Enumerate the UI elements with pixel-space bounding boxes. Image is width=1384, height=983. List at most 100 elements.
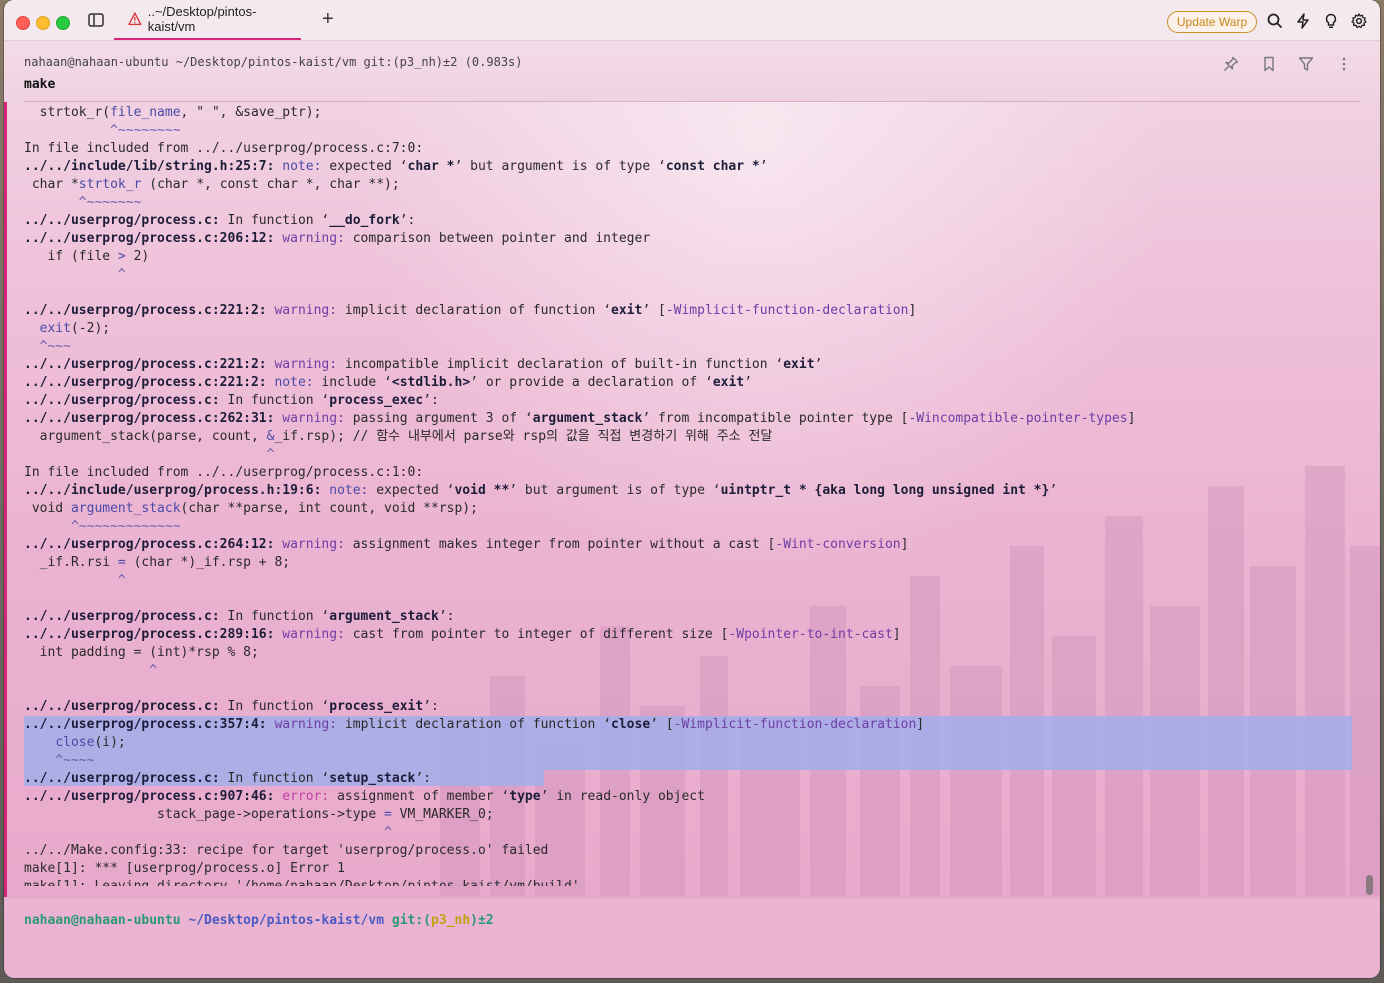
- output-segment: _if.rsp); // 함수 내부에서 parse와 rsp의 값을 직접 변…: [274, 429, 773, 444]
- output-segment: close: [55, 735, 95, 750]
- output-segment: ’: [1049, 483, 1058, 498]
- lightbulb-icon[interactable]: [1323, 13, 1339, 29]
- output-segment: , " ", &save_ptr);: [180, 105, 322, 120]
- output-line: ^~~~~: [24, 752, 1364, 770]
- output-segment: (-2);: [70, 321, 111, 336]
- new-tab-button[interactable]: +: [322, 8, 334, 30]
- output-segment: In file included from ../../userprog/pro…: [24, 141, 424, 156]
- output-segment: In function ‘: [219, 213, 330, 228]
- output-segment: uintptr_t * {aka long long unsigned int …: [720, 483, 1050, 498]
- output-segment: In function ‘: [219, 609, 330, 624]
- output-segment: comparison between pointer and integer: [344, 231, 651, 246]
- maximize-window-button[interactable]: [56, 16, 70, 30]
- output-segment: In function ‘: [219, 771, 330, 786]
- block-command-text: make: [24, 77, 56, 92]
- output-segment: process_exec: [329, 393, 424, 408]
- output-segment: warning:: [266, 303, 338, 318]
- output-segment: ../../userprog/process.c:357:4:: [24, 717, 267, 732]
- output-segment: make[1]: *** [userprog/process.o] Error …: [24, 861, 345, 876]
- output-segment: assignment of member ‘: [329, 789, 510, 804]
- terminal-output-area[interactable]: nahaan@nahaan-ubuntu ~/Desktop/pintos-ka…: [4, 41, 1380, 897]
- sidebar-icon[interactable]: [88, 13, 104, 27]
- output-segment: ’ from incompatible pointer type [: [642, 411, 909, 426]
- output-line: close(i);: [24, 734, 1364, 752]
- output-line: ../../userprog/process.c:221:2: warning:…: [24, 356, 1364, 374]
- output-segment: argument_stack(parse, count,: [24, 429, 267, 444]
- output-segment: implicit declaration of function ‘: [337, 717, 612, 732]
- output-segment: ’:: [423, 699, 439, 714]
- output-segment: setup_stack: [329, 771, 416, 786]
- prompt-user: nahaan@nahaan-ubuntu: [24, 913, 181, 928]
- output-line: ^: [24, 446, 1364, 464]
- output-segment: stack_page->operations->type: [24, 807, 385, 822]
- pin-icon[interactable]: [1223, 56, 1239, 72]
- output-line: ../../userprog/process.c: In function ‘a…: [24, 608, 1364, 626]
- block-actions-overlay: [1211, 56, 1352, 76]
- output-segment: ../../userprog/process.c:262:31:: [24, 411, 275, 426]
- output-segment: -Wint-conversion: [775, 537, 901, 552]
- output-segment: ../../include/lib/string.h:25:7:: [24, 159, 275, 174]
- output-segment: warning:: [274, 627, 345, 642]
- lightning-icon[interactable]: [1295, 13, 1311, 29]
- output-segment: ../../userprog/process.c:: [24, 771, 220, 786]
- output-segment: ’:: [415, 771, 431, 786]
- output-segment: _if.R.rsi: [24, 555, 118, 570]
- close-window-button[interactable]: [16, 16, 30, 30]
- output-line: ../../include/userprog/process.h:19:6: n…: [24, 482, 1364, 500]
- output-segment: [24, 321, 40, 336]
- search-icon[interactable]: [1267, 13, 1283, 29]
- output-line: ^~~~: [24, 338, 1364, 356]
- more-icon[interactable]: [1336, 56, 1352, 72]
- output-segment: note:: [321, 483, 369, 498]
- gear-icon[interactable]: [1351, 13, 1367, 29]
- output-segment: ../../userprog/process.c:264:12:: [24, 537, 275, 552]
- scrollbar-thumb[interactable]: [1366, 875, 1373, 895]
- output-line: ^~~~~~~~: [24, 194, 1364, 212]
- output-segment: -Wincompatible-pointer-types: [908, 411, 1128, 426]
- output-segment: (char *, const char *, char **);: [141, 177, 400, 192]
- output-line: ^: [24, 266, 1364, 284]
- output-segment: type: [509, 789, 541, 804]
- block-divider: [24, 101, 1360, 102]
- output-segment: file_name: [110, 105, 181, 120]
- output-segment: incompatible implicit declaration of bui…: [337, 357, 784, 372]
- minimize-window-button[interactable]: [36, 16, 50, 30]
- output-line: void argument_stack(char **parse, int co…: [24, 500, 1364, 518]
- output-segment: strtok_r: [78, 177, 142, 192]
- bookmark-icon[interactable]: [1261, 56, 1277, 72]
- output-segment: ^~~~~~~~~~~~~~: [24, 519, 181, 534]
- output-segment: error:: [274, 789, 330, 804]
- output-segment: -Wimplicit-function-declaration: [673, 717, 917, 732]
- output-segment: passing argument 3 of ‘: [344, 411, 533, 426]
- output-line: ../../userprog/process.c:264:12: warning…: [24, 536, 1364, 554]
- input-area[interactable]: nahaan@nahaan-ubuntu ~/Desktop/pintos-ka…: [4, 898, 1380, 978]
- output-segment: ../../userprog/process.c:: [24, 609, 220, 624]
- output-line: ^~~~~~~~~: [24, 122, 1364, 140]
- output-segment: ’ but argument is of type ‘: [509, 483, 721, 498]
- output-segment: if (file: [24, 249, 118, 264]
- prompt-path: ~/Desktop/pintos-kaist/vm: [188, 913, 385, 928]
- output-segment: (char **parse, int count, void **rsp);: [180, 501, 478, 516]
- output-segment: ^~~~~~~~: [24, 195, 142, 210]
- warning-icon: [128, 12, 142, 26]
- output-segment: ]: [1127, 411, 1136, 426]
- output-segment: =: [117, 555, 126, 570]
- tab-vm[interactable]: ..~/Desktop/pintos-kaist/vm: [114, 0, 301, 40]
- output-segment: process_exit: [329, 699, 424, 714]
- output-segment: void **: [454, 483, 510, 498]
- output-segment: -Wpointer-to-int-cast: [728, 627, 893, 642]
- block-header-bg: [4, 41, 1380, 102]
- output-line: stack_page->operations->type = VM_MARKER…: [24, 806, 1364, 824]
- update-warp-button[interactable]: Update Warp: [1167, 11, 1257, 33]
- output-segment: ’: [814, 357, 823, 372]
- output-segment: argument_stack: [70, 501, 181, 516]
- output-segment: <stdlib.h>: [391, 375, 471, 390]
- output-segment: char *: [24, 177, 79, 192]
- output-segment: ]: [916, 717, 925, 732]
- filter-icon[interactable]: [1298, 56, 1314, 72]
- output-segment: warning:: [274, 537, 345, 552]
- output-segment: char *: [407, 159, 455, 174]
- output-segment: ’ in read-only object: [540, 789, 705, 804]
- output-line: ^~~~~~~~~~~~~~: [24, 518, 1364, 536]
